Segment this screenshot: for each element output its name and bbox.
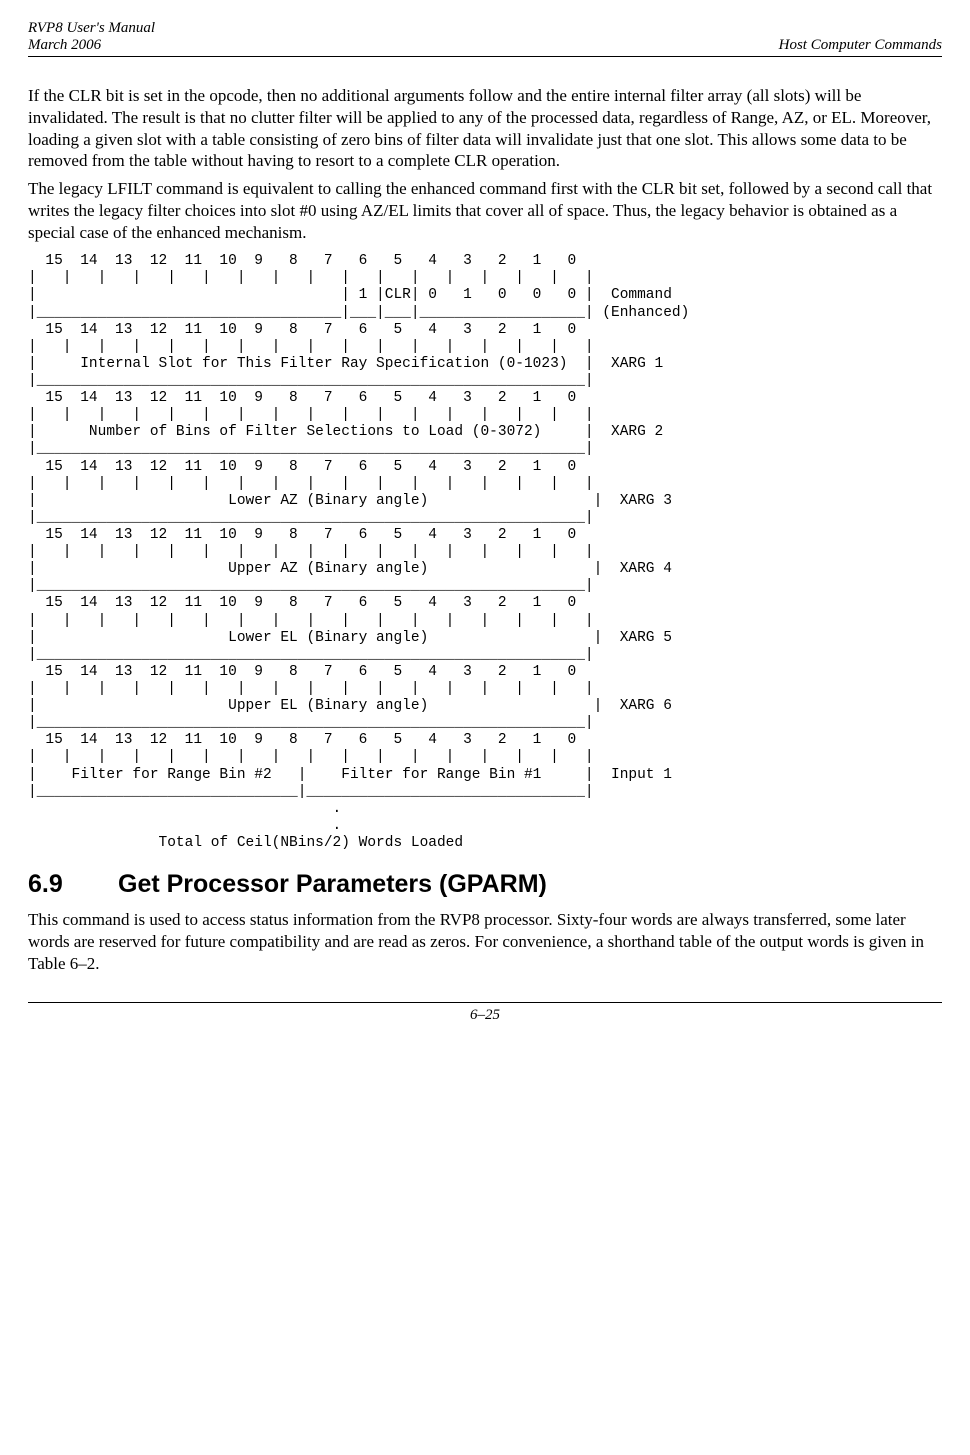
header-manual-title: RVP8 User's Manual <box>28 20 155 37</box>
paragraph-gparm: This command is used to access status in… <box>28 909 942 974</box>
header-rule <box>28 56 942 57</box>
header-date: March 2006 <box>28 37 155 54</box>
page-header: RVP8 User's Manual March 2006 Host Compu… <box>28 20 942 54</box>
header-left: RVP8 User's Manual March 2006 <box>28 20 155 54</box>
page-number: 6–25 <box>28 1007 942 1024</box>
header-right: Host Computer Commands <box>779 37 942 54</box>
footer-rule <box>28 1002 942 1003</box>
section-heading: 6.9Get Processor Parameters (GPARM) <box>28 870 942 899</box>
bitfield-diagram: 15 14 13 12 11 10 9 8 7 6 5 4 3 2 1 0 | … <box>28 253 942 852</box>
section-number: 6.9 <box>28 870 118 899</box>
header-section-title: Host Computer Commands <box>779 37 942 53</box>
paragraph-legacy-lfilt: The legacy LFILT command is equivalent t… <box>28 178 942 243</box>
paragraph-clr-bit: If the CLR bit is set in the opcode, the… <box>28 85 942 172</box>
section-title: Get Processor Parameters (GPARM) <box>118 870 547 898</box>
